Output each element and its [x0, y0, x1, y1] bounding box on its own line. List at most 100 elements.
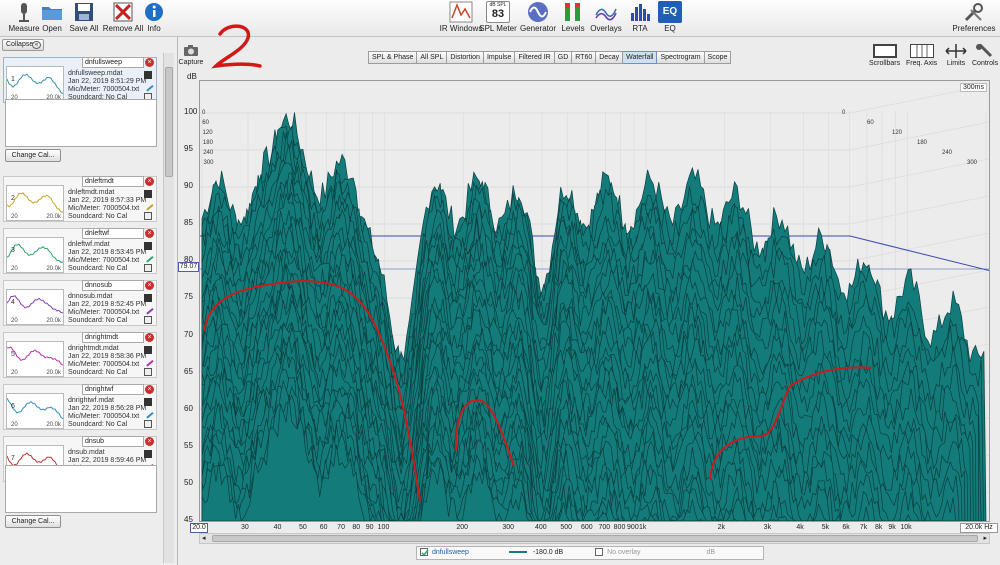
measurement-name-field[interactable]: dnnosub [82, 280, 144, 291]
delete-measurement-icon[interactable]: × [145, 333, 154, 342]
graph-tabs: SPL & Phase All SPL Distortion Impulse Filte… [368, 51, 732, 64]
tab-all-spl[interactable]: All SPL [417, 51, 448, 64]
delete-measurement-icon[interactable]: × [145, 177, 154, 186]
tab-rt60[interactable]: RT60 [572, 51, 597, 64]
notes-area[interactable] [5, 99, 157, 147]
graph-icon[interactable] [144, 190, 152, 198]
freq-axis-button[interactable]: Freq. Axis [906, 44, 937, 67]
delete-measurement-icon[interactable]: × [145, 58, 154, 67]
measurement-thumbnail[interactable]: 3 20 20.0k [6, 237, 64, 273]
graph-icon[interactable] [144, 398, 152, 406]
spl-meter-button[interactable]: dB SPL 83 SPL Meter [476, 1, 520, 35]
measurement-date: Jan 22, 2019 8:51:29 PM [68, 78, 147, 85]
color-icon[interactable] [144, 368, 152, 376]
change-cal-button[interactable]: Change Cal... [5, 149, 61, 162]
measurement-date: Jan 22, 2019 8:56:28 PM [68, 405, 147, 412]
graph-icon[interactable] [144, 71, 152, 79]
color-icon[interactable] [144, 212, 152, 220]
graph-icon[interactable] [144, 294, 152, 302]
controls-icon [973, 42, 997, 58]
spl-meter-value: 83 [491, 8, 505, 20]
time-tick-label-right: 300 [967, 160, 978, 166]
scroll-left-icon[interactable]: ◂ [202, 534, 206, 542]
tab-spl-phase[interactable]: SPL & Phase [368, 51, 418, 64]
waterfall-plot[interactable]: 0 60 120 180 240 300 0 60 120 180 240 300 300ms [199, 80, 990, 522]
eq-button[interactable]: EQ EQ [648, 1, 692, 35]
change-cal-button[interactable]: Change Cal... [5, 515, 61, 528]
measurement-card[interactable]: dnrightwf × 6 20 20.0k dnrightwf.mdat Jan 22, … [3, 384, 157, 430]
color-icon[interactable] [144, 316, 152, 324]
delete-measurement-icon[interactable]: × [145, 437, 154, 446]
measurement-card[interactable]: dnleftmdt × 2 20 20.0k dnleftmdt.mdat Jan 22, … [3, 176, 157, 222]
measurement-card[interactable]: dnrightmdt × 5 20 20.0k dnrightmdt.mdat Jan 22… [3, 332, 157, 378]
measurement-name-field[interactable]: dnsub [82, 436, 144, 447]
pencil-icon[interactable] [142, 199, 154, 211]
measurement-actions [142, 294, 154, 327]
pencil-icon[interactable] [142, 80, 154, 92]
measurement-card[interactable]: dnleftwf × 3 20 20.0k dnleftwf.mdat Jan 22, 20… [3, 228, 157, 274]
thumbnail-line [6, 73, 64, 95]
y-tick-label: 90 [184, 181, 193, 191]
measurement-file: dnsub.mdat [68, 449, 105, 456]
tab-filtered-ir[interactable]: Filtered IR [515, 51, 555, 64]
measurement-thumbnail[interactable]: 1 20 20.0k [6, 66, 64, 102]
color-icon[interactable] [144, 264, 152, 272]
preferences-button[interactable]: Preferences [950, 1, 998, 35]
time-tick-label-right: 120 [892, 130, 903, 136]
tab-impulse[interactable]: Impulse [483, 51, 516, 64]
save-all-button[interactable]: Save All [62, 1, 106, 35]
measurement-thumbnail[interactable]: 2 20 20.0k [6, 185, 64, 221]
measurement-thumbnail[interactable]: 4 20 20.0k [6, 289, 64, 325]
y-tick-label: 70 [184, 329, 193, 339]
measurement-name-field[interactable]: dnfullsweep [82, 57, 144, 68]
measurement-thumbnail[interactable]: 5 20 20.0k [6, 341, 64, 377]
delete-measurement-icon[interactable]: × [145, 229, 154, 238]
info-label: Info [147, 24, 161, 33]
overlay-checkbox[interactable] [595, 548, 604, 557]
graph-icon[interactable] [144, 242, 152, 250]
sidebar-scrollbar-thumb[interactable] [165, 67, 173, 177]
legend-checkbox[interactable] [420, 548, 429, 557]
x-tick-label: 100 [377, 524, 390, 531]
measurement-thumbnail[interactable]: 6 20 20.0k [6, 393, 64, 429]
delete-measurement-icon[interactable]: × [145, 385, 154, 394]
measurement-name-field[interactable]: dnrightwf [82, 384, 144, 395]
graph-icon[interactable] [144, 450, 152, 458]
info-button[interactable]: Info [132, 1, 176, 35]
thumb-x-min: 20 [11, 318, 18, 324]
pencil-icon[interactable] [142, 355, 154, 367]
measurement-card[interactable]: dnfullsweep × 1 20 20.0k dnfullsweep.mdat Jan … [3, 57, 157, 103]
notes-area[interactable] [5, 465, 157, 513]
measurement-mic: Mic/Meter: 7000504.txt [68, 309, 140, 316]
y-tick-label: 85 [184, 218, 193, 228]
tab-scope[interactable]: Scope [704, 51, 732, 64]
controls-button[interactable]: Controls [972, 42, 998, 67]
tab-gd[interactable]: GD [554, 51, 573, 64]
sidebar-scrollbar[interactable] [163, 53, 174, 563]
delete-measurement-icon[interactable]: × [145, 281, 154, 290]
tab-spectrogram[interactable]: Spectrogram [657, 51, 705, 64]
scrollbars-button[interactable]: Scrollbars [869, 44, 900, 67]
pencil-icon[interactable] [142, 407, 154, 419]
pencil-icon[interactable] [142, 303, 154, 315]
measurement-name-field[interactable]: dnleftwf [82, 228, 144, 239]
capture-button[interactable]: Capture [178, 43, 204, 69]
graph-icon[interactable] [144, 346, 152, 354]
scroll-right-icon[interactable]: ▸ [983, 534, 987, 542]
limits-button[interactable]: Limits [944, 44, 968, 67]
tab-decay[interactable]: Decay [596, 51, 624, 64]
measurement-card[interactable]: dnnosub × 4 20 20.0k dnnosub.mdat Jan 22, 2019… [3, 280, 157, 326]
pencil-icon[interactable] [142, 251, 154, 263]
measurement-info: dnleftmdt.mdat Jan 22, 2019 8:57:33 PM Mic… [68, 189, 146, 221]
measurement-info: dnrightmdt.mdat Jan 22, 2019 8:58:36 PM Mi… [68, 345, 146, 377]
preferences-icon [962, 1, 986, 23]
plot-horizontal-scrollbar[interactable]: ◂ ▸ [199, 533, 990, 544]
collapse-button[interactable]: Collapse « [2, 39, 44, 51]
tab-distortion[interactable]: Distortion [447, 51, 484, 64]
measurement-name-field[interactable]: dnrightmdt [82, 332, 144, 343]
plot-scrollbar-thumb[interactable] [212, 535, 978, 542]
color-icon[interactable] [144, 420, 152, 428]
thumbnail-line [6, 192, 63, 213]
tab-waterfall[interactable]: Waterfall [623, 51, 658, 64]
measurement-name-field[interactable]: dnleftmdt [82, 176, 144, 187]
